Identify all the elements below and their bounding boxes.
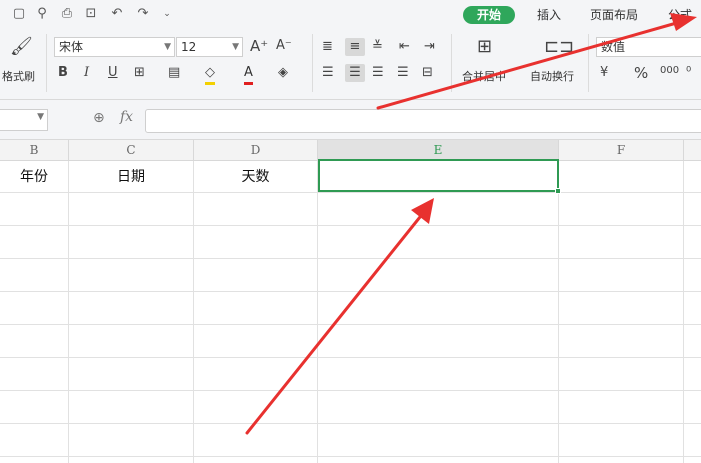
column-gridline — [193, 161, 194, 463]
selected-cell-e1[interactable] — [318, 159, 561, 194]
row-gridline — [0, 324, 701, 325]
divider — [46, 34, 47, 92]
clear-icon[interactable]: ◈ — [278, 64, 288, 82]
bold-icon[interactable]: B — [58, 64, 68, 82]
column-header-g[interactable] — [684, 140, 701, 161]
decrease-indent-icon[interactable]: ⇤ — [399, 38, 410, 56]
undo-icon[interactable]: ↶ — [108, 5, 126, 23]
row-gridline — [0, 423, 701, 424]
row-gridline — [0, 390, 701, 391]
fill-color-icon[interactable]: ◇ — [205, 64, 215, 85]
increase-indent-icon[interactable]: ⇥ — [424, 38, 435, 56]
justify-icon[interactable]: ☰ — [397, 64, 409, 82]
align-right-icon[interactable]: ☰ — [372, 64, 384, 82]
column-gridline — [68, 161, 69, 463]
fill-handle[interactable] — [555, 188, 561, 194]
percent-button[interactable]: % — [634, 64, 648, 82]
chevron-down-icon: ▼ — [232, 42, 239, 52]
ribbon: ▢ ⚲ ⎙ ⊡ ↶ ↷ ⌄ 开始 插入 页面布局 公式 🖌 格式刷 宋体 ▼ 1… — [0, 0, 701, 100]
font-name-select[interactable]: 宋体 ▼ — [54, 37, 175, 57]
font-size-value: 12 — [181, 40, 197, 54]
thousands-icon[interactable]: 000 — [660, 62, 679, 80]
formula-input[interactable] — [145, 109, 701, 133]
column-header-e[interactable]: E — [318, 140, 559, 161]
wrap-text-label[interactable]: 自动换行 — [530, 68, 574, 84]
fx-icon[interactable]: fx — [120, 109, 133, 125]
align-center-icon[interactable]: ☰ — [345, 64, 365, 82]
chevron-down-icon: ▼ — [37, 112, 44, 122]
print-icon[interactable]: ⎙ — [58, 5, 76, 23]
number-format-value: 数值 — [601, 40, 626, 54]
wrap-text-icon[interactable]: ⊏⊐ — [544, 38, 574, 56]
format-painter-label[interactable]: 格式刷 — [2, 68, 35, 84]
redo-icon[interactable]: ↷ — [134, 5, 152, 23]
align-top-icon[interactable]: ≣ — [322, 38, 333, 56]
italic-icon[interactable]: I — [84, 64, 89, 82]
chevron-down-icon: ▼ — [164, 42, 171, 52]
column-gridline — [317, 161, 318, 463]
column-gridline — [558, 161, 559, 463]
quick-access-more-icon[interactable]: ⌄ — [158, 5, 176, 23]
merge-center-label[interactable]: 合并居中 — [462, 68, 506, 84]
font-name-value: 宋体 — [59, 40, 84, 54]
font-color-icon[interactable]: A — [244, 64, 253, 85]
tab-insert[interactable]: 插入 — [533, 6, 565, 24]
fill-pattern-icon[interactable]: ▤ — [168, 64, 180, 82]
decimal-icon[interactable]: ⁰ — [686, 64, 691, 82]
merge-center-icon[interactable]: ⊞ — [477, 38, 492, 56]
cell-c1[interactable]: 日期 — [69, 163, 193, 192]
divider — [312, 34, 313, 92]
border-icon[interactable]: ⊞ — [134, 64, 145, 82]
print-preview-icon[interactable]: ⊡ — [82, 5, 100, 23]
underline-icon[interactable]: U — [108, 64, 118, 82]
cell-d1[interactable]: 天数 — [194, 163, 317, 192]
font-size-select[interactable]: 12 ▼ — [176, 37, 243, 57]
row-gridline — [0, 192, 701, 193]
increase-font-icon[interactable]: A⁺ — [250, 37, 268, 55]
divider — [451, 34, 452, 92]
column-header-d[interactable]: D — [194, 140, 318, 161]
align-left-icon[interactable]: ☰ — [322, 64, 334, 82]
divider — [588, 34, 589, 92]
tab-bar: ▢ ⚲ ⎙ ⊡ ↶ ↷ ⌄ 开始 插入 页面布局 公式 — [0, 0, 701, 28]
zoom-icon[interactable]: ⊕ — [93, 110, 105, 126]
name-box[interactable]: ▼ — [0, 109, 48, 131]
distribute-icon[interactable]: ⊟ — [422, 64, 433, 82]
row-gridline — [0, 357, 701, 358]
column-gridline — [683, 161, 684, 463]
row-gridline — [0, 456, 701, 457]
align-bottom-icon[interactable]: ≚ — [372, 38, 383, 56]
row-gridline — [0, 225, 701, 226]
format-painter-icon[interactable]: 🖌 — [10, 38, 33, 56]
number-format-select[interactable]: 数值 — [596, 37, 701, 57]
column-header-c[interactable]: C — [69, 140, 194, 161]
save-icon[interactable]: ▢ — [10, 5, 28, 23]
tab-formula[interactable]: 公式 — [664, 6, 696, 24]
search-doc-icon[interactable]: ⚲ — [33, 5, 51, 23]
tab-start[interactable]: 开始 — [463, 6, 516, 24]
decrease-font-icon[interactable]: A⁻ — [276, 37, 292, 55]
align-middle-icon[interactable]: ≡ — [345, 38, 365, 56]
column-header-f[interactable]: F — [559, 140, 684, 161]
cell-b1[interactable]: 年份 — [0, 163, 68, 192]
column-header-b[interactable]: B — [0, 140, 69, 161]
currency-icon[interactable]: ¥ — [600, 64, 608, 82]
formula-bar: ▼ ⊕ fx — [0, 100, 701, 140]
row-gridline — [0, 258, 701, 259]
row-gridline — [0, 291, 701, 292]
tab-page-layout[interactable]: 页面布局 — [586, 6, 642, 24]
